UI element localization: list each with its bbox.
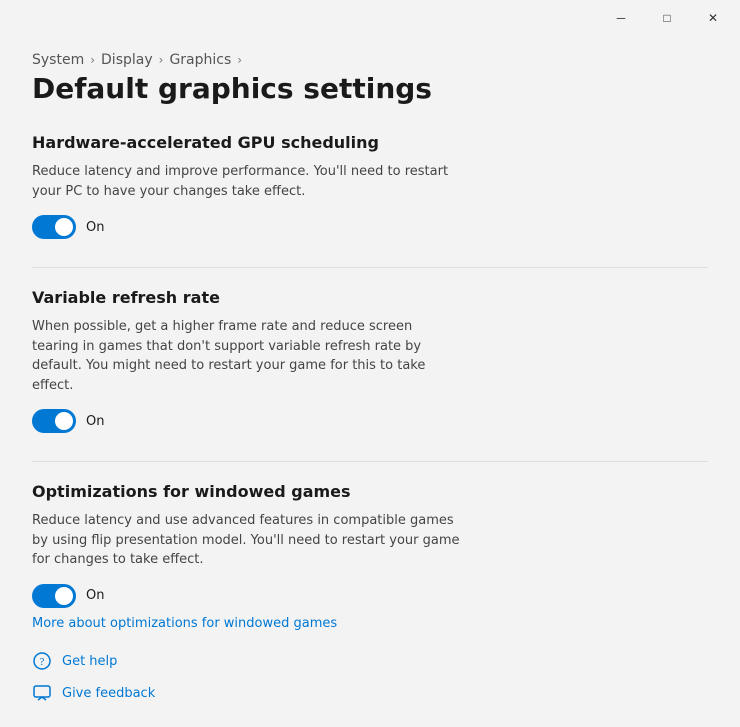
toggle-windowed-games[interactable] [32, 584, 76, 608]
breadcrumb: System › Display › Graphics › Default gr… [32, 52, 708, 105]
get-help-icon: ? [32, 651, 52, 671]
get-help-link[interactable]: Get help [62, 654, 117, 669]
toggle-gpu-scheduling[interactable] [32, 215, 76, 239]
toggle-variable-refresh[interactable] [32, 409, 76, 433]
divider-2 [32, 461, 708, 462]
breadcrumb-graphics[interactable]: Graphics [169, 52, 231, 68]
breadcrumb-display[interactable]: Display [101, 52, 153, 68]
section-windowed-games: Optimizations for windowed games Reduce … [32, 482, 708, 631]
section-gpu-scheduling: Hardware-accelerated GPU scheduling Redu… [32, 133, 708, 239]
breadcrumb-sep-3: › [237, 53, 242, 67]
page-title: Default graphics settings [32, 72, 708, 105]
maximize-button[interactable]: □ [644, 2, 690, 34]
section-variable-refresh-title: Variable refresh rate [32, 288, 708, 307]
section-windowed-games-desc: Reduce latency and use advanced features… [32, 511, 462, 570]
windowed-games-link[interactable]: More about optimizations for windowed ga… [32, 616, 337, 631]
give-feedback-icon [32, 683, 52, 703]
toggle-windowed-games-label: On [86, 588, 104, 603]
section-windowed-games-title: Optimizations for windowed games [32, 482, 708, 501]
divider-1 [32, 267, 708, 268]
section-variable-refresh: Variable refresh rate When possible, get… [32, 288, 708, 433]
section-gpu-scheduling-title: Hardware-accelerated GPU scheduling [32, 133, 708, 152]
toggle-row-gpu-scheduling: On [32, 215, 708, 239]
footer: ? Get help Give feedback [32, 651, 155, 703]
give-feedback-item[interactable]: Give feedback [32, 683, 155, 703]
window: ─ □ ✕ System › Display › Graphics › Defa… [0, 0, 740, 727]
breadcrumb-system[interactable]: System [32, 52, 84, 68]
main-content: System › Display › Graphics › Default gr… [0, 36, 740, 683]
toggle-row-windowed-games: On [32, 584, 708, 608]
give-feedback-link[interactable]: Give feedback [62, 686, 155, 701]
title-bar: ─ □ ✕ [0, 0, 740, 36]
section-variable-refresh-desc: When possible, get a higher frame rate a… [32, 317, 462, 395]
get-help-item[interactable]: ? Get help [32, 651, 155, 671]
toggle-variable-refresh-label: On [86, 414, 104, 429]
toggle-gpu-scheduling-label: On [86, 220, 104, 235]
section-gpu-scheduling-desc: Reduce latency and improve performance. … [32, 162, 462, 201]
minimize-button[interactable]: ─ [598, 2, 644, 34]
breadcrumb-sep-2: › [159, 53, 164, 67]
toggle-row-variable-refresh: On [32, 409, 708, 433]
breadcrumb-sep-1: › [90, 53, 95, 67]
close-button[interactable]: ✕ [690, 2, 736, 34]
svg-text:?: ? [40, 656, 45, 668]
